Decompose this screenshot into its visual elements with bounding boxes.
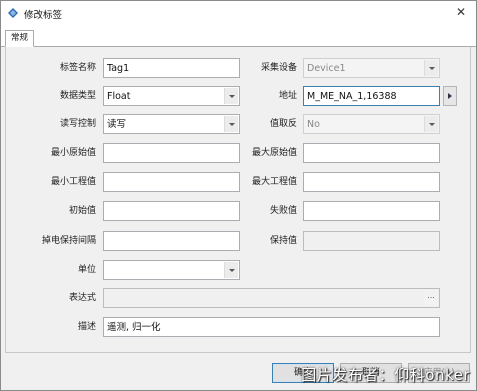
general-panel: 标签名称 Tag1 采集设备 Device1 数据类型 Float 地址 M_M… xyxy=(5,47,471,353)
max-raw-input[interactable] xyxy=(303,143,440,163)
min-eng-input[interactable] xyxy=(103,172,240,192)
address-input[interactable]: M_ME_NA_1,16388 xyxy=(303,86,440,106)
chevron-down-icon xyxy=(424,60,438,76)
min-raw-label: 最小原始值 xyxy=(50,148,96,158)
expression-editor-button[interactable]: ... xyxy=(424,290,438,306)
dialog-title: 修改标签 xyxy=(24,10,63,21)
unit-select[interactable] xyxy=(103,260,240,280)
expression-label: 表达式 xyxy=(68,293,96,303)
max-raw-label: 最大原始值 xyxy=(251,148,297,158)
retain-value-label: 保持值 xyxy=(269,236,297,246)
initial-value-input[interactable] xyxy=(103,201,240,221)
device-label: 采集设备 xyxy=(260,63,297,73)
retain-value-input[interactable] xyxy=(303,231,440,251)
min-eng-label: 最小工程值 xyxy=(50,177,96,187)
tag-name-input[interactable]: Tag1 xyxy=(103,58,240,78)
close-button[interactable]: ✕ xyxy=(454,5,468,19)
invert-select[interactable]: No xyxy=(303,114,440,134)
address-label: 地址 xyxy=(278,91,297,101)
fail-value-input[interactable] xyxy=(303,201,440,221)
address-browse-button[interactable] xyxy=(443,86,457,106)
title-bar[interactable]: 修改标签 ✕ xyxy=(1,1,476,25)
device-select[interactable]: Device1 xyxy=(303,58,440,78)
initial-value-label: 初始值 xyxy=(68,206,96,216)
chevron-down-icon xyxy=(224,88,238,104)
retain-interval-input[interactable] xyxy=(103,231,240,251)
tag-icon xyxy=(8,8,18,18)
watermark-text: 图片发布者：仰科onker xyxy=(301,366,470,384)
fail-value-label: 失败值 xyxy=(269,206,297,216)
tab-general[interactable]: 常规 xyxy=(5,30,35,47)
max-eng-label: 最大工程值 xyxy=(251,177,297,187)
chevron-down-icon xyxy=(224,262,238,278)
retain-interval-label: 掉电保持间隔 xyxy=(41,236,96,246)
description-label: 描述 xyxy=(77,322,96,332)
data-type-label: 数据类型 xyxy=(59,91,96,101)
chevron-down-icon xyxy=(424,116,438,132)
description-input[interactable]: 遥测, 归一化 xyxy=(103,317,440,337)
invert-label: 值取反 xyxy=(269,119,297,129)
tab-strip: 常规 xyxy=(1,25,476,47)
min-raw-input[interactable] xyxy=(103,143,240,163)
max-eng-input[interactable] xyxy=(303,172,440,192)
chevron-down-icon xyxy=(224,116,238,132)
rw-control-label: 读写控制 xyxy=(59,119,96,129)
data-type-select[interactable]: Float xyxy=(103,86,240,106)
tag-name-label: 标签名称 xyxy=(59,63,96,73)
modify-tag-dialog: 修改标签 ✕ 常规 标签名称 Tag1 采集设备 Device1 数据类型 Fl… xyxy=(0,0,477,391)
expression-input[interactable]: ... xyxy=(103,288,440,308)
rw-control-select[interactable]: 读写 xyxy=(103,114,240,134)
unit-label: 单位 xyxy=(77,265,96,275)
